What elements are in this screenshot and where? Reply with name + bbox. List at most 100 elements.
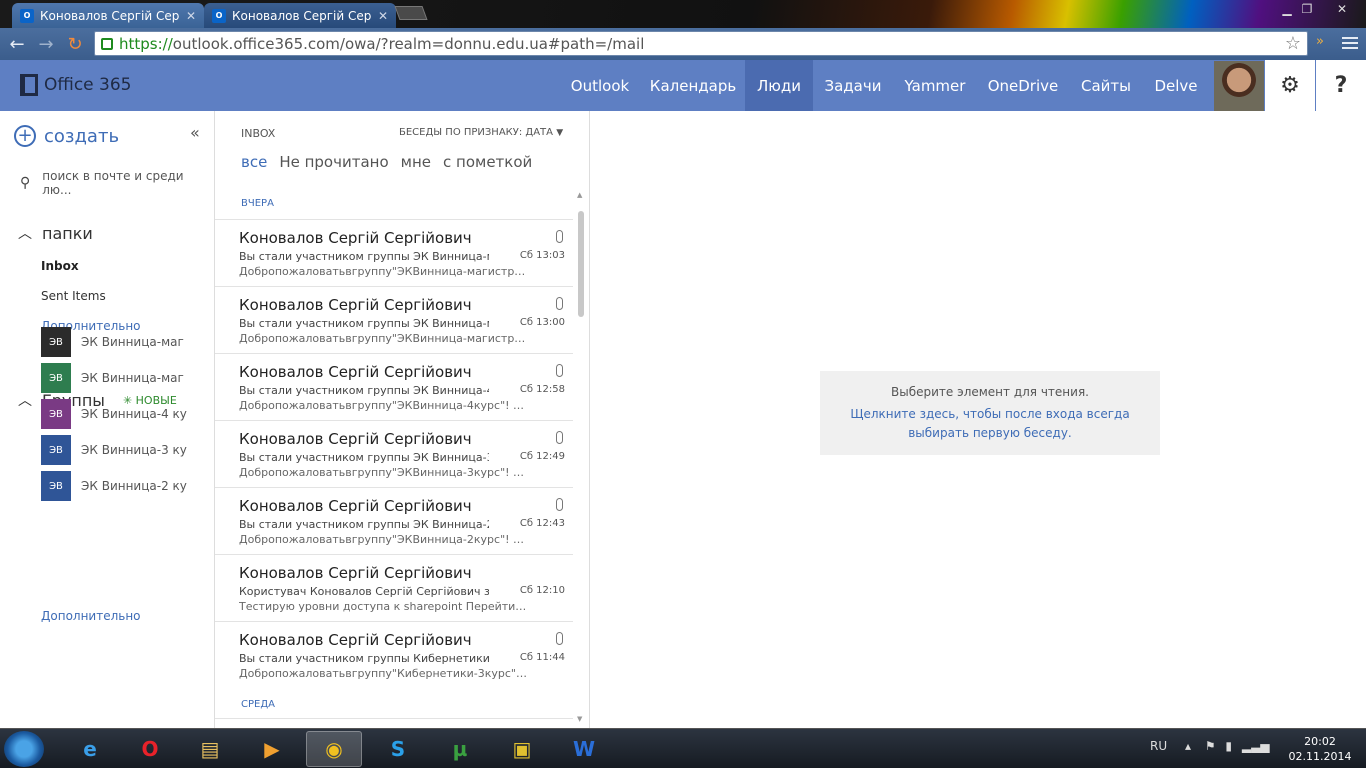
gear-icon[interactable]: ⚙ [1265,60,1315,111]
clock[interactable]: 20:02 02.11.2014 [1285,734,1355,764]
group-label: ЭК Винница-2 ку [81,479,187,493]
message-item[interactable]: Коновалов Сергій Сергійович Користувач Ко… [215,554,573,621]
message-preview: Добропожаловатьвгруппу"ЭКВинница-3курс"!… [239,466,527,479]
nav-onedrive[interactable]: OneDrive [983,60,1063,111]
close-icon[interactable]: ✕ [186,9,196,23]
group-item[interactable]: ЭВ ЭК Винница-маг [41,363,211,393]
reload-icon[interactable]: ↻ [64,33,86,55]
chrome-icon[interactable]: ◉ [306,731,362,767]
message-preview: Добропожаловатьвгруппу"ЭКВинница-магистр… [239,332,527,345]
opera-icon[interactable]: O [122,731,178,767]
scrollbar-thumb[interactable] [578,211,584,317]
group-avatar: ЭВ [41,327,71,357]
attachment-icon [556,297,563,310]
message-sender: Коновалов Сергій Сергійович [239,497,472,515]
clock-date: 02.11.2014 [1288,750,1352,763]
filter-flagged[interactable]: с пометкой [443,153,532,171]
message-item[interactable]: Коновалов Сергій Сергійович Вы стали учас… [215,219,573,286]
message-subject: Вы стали участником группы ЭК Винница-ма [239,317,489,330]
folders-title: папки [42,223,93,243]
flag-icon[interactable]: ⚑ [1205,739,1216,753]
window-close-icon[interactable]: ✕ [1322,0,1362,18]
collapse-pane-icon[interactable]: « [190,123,200,142]
windows-taskbar: e O ▤ ▶ ◉ S µ ▣ W RU ▴ ⚑ ▮ ▂▃▅ 20:02 02.… [0,728,1366,768]
message-item[interactable]: Коновалов Сергій Сергійович Вы стали учас… [215,353,573,420]
utorrent-icon[interactable]: µ [432,731,488,767]
file-explorer-icon[interactable]: ▤ [182,731,238,767]
message-list-pane: INBOX БЕСЕДЫ ПО ПРИЗНАКУ: ДАТА ▼ все Не … [214,111,590,728]
nav-tasks[interactable]: Задачи [818,60,888,111]
filter-to-me[interactable]: мне [401,153,431,171]
chevron-up-icon: ︿ [18,226,32,242]
message-subject: Вы стали участником группы ЭК Винница-2 … [239,518,489,531]
message-preview: Добропожаловатьвгруппу"ЭКВинница-магистр… [239,265,527,278]
nav-sites[interactable]: Сайты [1075,60,1137,111]
date-separator-wednesday: СРЕДА [241,699,275,710]
select-item-text: Выберите элемент для чтения. [891,385,1089,399]
attachment-icon [556,498,563,511]
folder-name: INBOX [241,127,276,140]
message-subject: Вы стали участником группы ЭК Винница-3 … [239,451,489,464]
folders-header[interactable]: ︿ папки [18,223,93,243]
nav-outlook[interactable]: Outlook [561,60,639,111]
sort-dropdown[interactable]: БЕСЕДЫ ПО ПРИЗНАКУ: ДАТА ▼ [399,127,563,138]
nav-people[interactable]: Люди [745,60,813,111]
address-bar[interactable]: https:// outlook.office365.com/owa/?real… [94,31,1308,56]
message-item[interactable]: Коновалов Сергій Сергійович Вы стали учас… [215,286,573,353]
message-sender: Коновалов Сергій Сергійович [239,564,472,582]
back-icon[interactable]: ← [6,33,28,55]
scroll-up-icon[interactable]: ▲ [577,191,582,199]
folder-inbox[interactable]: Inbox [41,259,79,273]
nav-yammer[interactable]: Yammer [900,60,970,111]
volume-signal-icon[interactable]: ▂▃▅ [1242,739,1270,753]
browser-tab-2[interactable]: O Коновалов Сергій Сергій ✕ [204,3,396,28]
message-time: Сб 12:43 [519,518,565,529]
outlook-icon: O [20,8,34,23]
media-player-icon[interactable]: ▶ [244,731,300,767]
scroll-down-icon[interactable]: ▼ [577,715,582,723]
system-tool-icon[interactable]: ▣ [494,731,550,767]
folder-sent-items[interactable]: Sent Items [41,289,106,303]
group-avatar: ЭВ [41,471,71,501]
network-icon[interactable]: ▮ [1225,739,1232,753]
forward-icon[interactable]: → [35,33,57,55]
nav-calendar[interactable]: Календарь [644,60,742,111]
message-time: Сб 13:03 [519,250,565,261]
filter-unread[interactable]: Не прочитано [279,153,388,171]
nav-delve[interactable]: Delve [1148,60,1204,111]
user-avatar[interactable] [1214,61,1264,111]
group-label: ЭК Винница-4 ку [81,407,187,421]
list-divider [215,718,573,719]
group-item[interactable]: ЭВ ЭК Винница-маг [41,327,211,357]
group-item[interactable]: ЭВ ЭК Винница-3 ку [41,435,211,465]
start-button[interactable] [4,731,44,767]
auto-select-link[interactable]: Щелкните здесь, чтобы после входа всегда… [820,405,1160,443]
language-indicator[interactable]: RU [1150,739,1167,753]
browser-tab-1[interactable]: O Коновалов Сергій Сергій ✕ [12,3,204,28]
tray-expand-icon[interactable]: ▴ [1185,739,1191,753]
search-input[interactable]: ⚲ поиск в почте и среди лю... [20,169,200,197]
plus-icon: + [14,125,36,147]
filter-all[interactable]: все [241,153,267,171]
new-mail-button[interactable]: + создать [14,125,119,147]
message-item[interactable]: Коновалов Сергій Сергійович Вы стали учас… [215,621,573,688]
help-icon[interactable]: ? [1316,60,1366,111]
message-list-scrollbar[interactable]: ▲ ▼ [577,191,584,728]
message-item[interactable]: Коновалов Сергій Сергійович Вы стали учас… [215,420,573,487]
close-icon[interactable]: ✕ [378,9,388,23]
groups-more-link[interactable]: Дополнительно [41,609,141,623]
office-logo-icon [20,74,38,96]
word-icon[interactable]: W [556,731,612,767]
bookmark-star-icon[interactable]: ☆ [1285,33,1301,54]
skype-icon[interactable]: S [370,731,426,767]
message-item[interactable]: Коновалов Сергій Сергійович Вы стали учас… [215,487,573,554]
group-label: ЭК Винница-маг [81,335,184,349]
office365-logo[interactable]: Office 365 [20,74,131,96]
internet-explorer-icon[interactable]: e [62,731,118,767]
extensions-chevron-icon[interactable]: » [1316,34,1324,49]
menu-icon[interactable] [1342,34,1358,52]
restore-icon[interactable]: ❐ [1292,0,1322,18]
group-item[interactable]: ЭВ ЭК Винница-2 ку [41,471,211,501]
group-item[interactable]: ЭВ ЭК Винница-4 ку [41,399,211,429]
new-tab-button[interactable] [394,6,428,20]
